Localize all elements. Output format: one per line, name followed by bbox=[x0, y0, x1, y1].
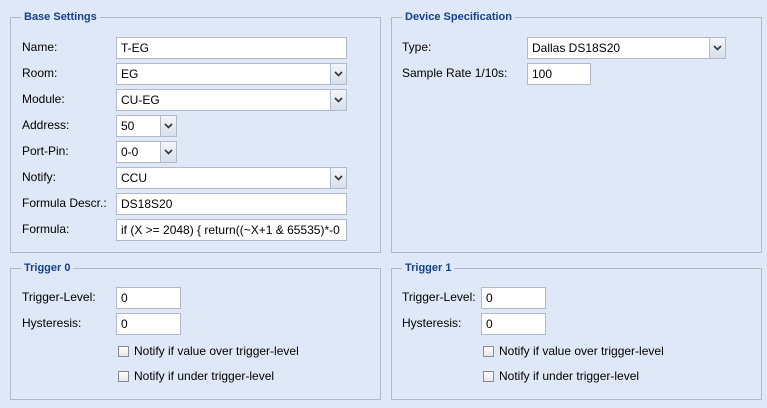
formula-descr-label: Formula Descr.: bbox=[22, 196, 107, 210]
checkbox-unchecked-icon[interactable] bbox=[483, 345, 494, 357]
chevron-down-icon bbox=[334, 97, 343, 103]
notify-label: Notify: bbox=[22, 170, 57, 184]
trigger1-hysteresis-field[interactable]: 0 bbox=[481, 313, 546, 335]
module-label: Module: bbox=[22, 92, 65, 106]
trigger1-level-label: Trigger-Level: bbox=[402, 290, 476, 304]
chevron-down-icon bbox=[334, 175, 343, 181]
type-dropdown-button[interactable] bbox=[709, 38, 725, 58]
port-pin-dropdown-button[interactable] bbox=[160, 142, 176, 162]
trigger0-notify-under-label: Notify if under trigger-level bbox=[134, 369, 275, 383]
chevron-down-icon bbox=[164, 123, 173, 129]
checkbox-unchecked-icon[interactable] bbox=[483, 370, 494, 382]
room-dropdown-button[interactable] bbox=[330, 64, 346, 84]
type-value: Dallas DS18S20 bbox=[532, 41, 621, 55]
trigger1-notify-over-checkbox[interactable]: Notify if value over trigger-level bbox=[483, 344, 664, 358]
trigger1-hysteresis-label: Hysteresis: bbox=[402, 316, 462, 330]
trigger1-level-field[interactable]: 0 bbox=[481, 287, 546, 309]
trigger1-notify-under-label: Notify if under trigger-level bbox=[499, 369, 640, 383]
module-combo[interactable]: CU-EG bbox=[116, 89, 347, 111]
trigger0-notify-under-checkbox[interactable]: Notify if under trigger-level bbox=[118, 369, 274, 383]
module-dropdown-button[interactable] bbox=[330, 90, 346, 110]
trigger1-title: Trigger 1 bbox=[405, 262, 452, 274]
trigger1-notify-under-checkbox[interactable]: Notify if under trigger-level bbox=[483, 369, 639, 383]
address-dropdown-button[interactable] bbox=[160, 116, 176, 136]
device-spec-title: Device Specification bbox=[405, 11, 512, 23]
type-combo[interactable]: Dallas DS18S20 bbox=[527, 37, 726, 59]
room-combo[interactable]: EG bbox=[116, 63, 347, 85]
formula-label: Formula: bbox=[22, 222, 70, 236]
formula-descr-field[interactable]: DS18S20 bbox=[116, 193, 347, 215]
chevron-down-icon bbox=[334, 71, 343, 77]
module-value: CU-EG bbox=[121, 93, 160, 107]
name-field[interactable]: T-EG bbox=[116, 37, 347, 59]
sample-rate-field[interactable]: 100 bbox=[527, 63, 591, 85]
address-value: 50 bbox=[121, 119, 135, 133]
checkbox-unchecked-icon[interactable] bbox=[118, 370, 129, 382]
address-combo[interactable]: 50 bbox=[116, 115, 177, 137]
sample-rate-label: Sample Rate 1/10s: bbox=[402, 66, 508, 80]
trigger0-notify-over-checkbox[interactable]: Notify if value over trigger-level bbox=[118, 344, 299, 358]
trigger0-hysteresis-field[interactable]: 0 bbox=[116, 313, 181, 335]
checkbox-unchecked-icon[interactable] bbox=[118, 345, 129, 357]
trigger0-hysteresis-label: Hysteresis: bbox=[22, 316, 82, 330]
address-label: Address: bbox=[22, 118, 70, 132]
trigger0-notify-over-label: Notify if value over trigger-level bbox=[134, 344, 299, 358]
port-pin-combo[interactable]: 0-0 bbox=[116, 141, 177, 163]
trigger1-notify-over-label: Notify if value over trigger-level bbox=[499, 344, 664, 358]
notify-combo[interactable]: CCU bbox=[116, 167, 347, 189]
base-settings-title: Base Settings bbox=[24, 11, 97, 23]
trigger0-level-field[interactable]: 0 bbox=[116, 287, 181, 309]
trigger0-level-label: Trigger-Level: bbox=[22, 290, 96, 304]
notify-dropdown-button[interactable] bbox=[330, 168, 346, 188]
name-label: Name: bbox=[22, 40, 58, 54]
room-value: EG bbox=[121, 67, 139, 81]
notify-value: CCU bbox=[121, 171, 147, 185]
room-label: Room: bbox=[22, 66, 58, 80]
port-pin-label: Port-Pin: bbox=[22, 144, 69, 158]
formula-field[interactable]: if (X >= 2048) { return((~X+1 & 65535)*-… bbox=[116, 219, 347, 241]
chevron-down-icon bbox=[713, 45, 722, 51]
chevron-down-icon bbox=[164, 149, 173, 155]
trigger0-title: Trigger 0 bbox=[24, 262, 71, 274]
type-label: Type: bbox=[402, 40, 432, 54]
port-pin-value: 0-0 bbox=[121, 145, 139, 159]
